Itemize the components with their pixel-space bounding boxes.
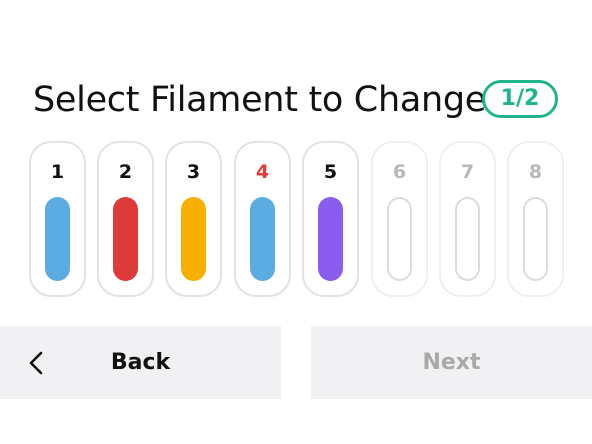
empty-slot-outline (455, 197, 480, 281)
back-button-label: Back (110, 350, 171, 375)
back-button[interactable]: Back (0, 326, 281, 399)
filament-slot-4[interactable]: 4 (234, 141, 291, 297)
page-indicator-badge: 1/2 (482, 80, 558, 118)
empty-slot-outline (387, 197, 412, 281)
header: Select Filament to Change 1/2 (33, 76, 568, 124)
slot-number: 2 (118, 161, 133, 183)
slot-number: 7 (460, 161, 475, 183)
filament-color-swatch (45, 197, 70, 281)
slot-number: 4 (255, 161, 270, 183)
slot-number: 3 (186, 161, 201, 183)
filament-color-swatch (318, 197, 343, 281)
filament-select-screen: Select Filament to Change 1/2 1 2 3 4 5 … (0, 0, 592, 444)
filament-slot-1[interactable]: 1 (29, 141, 86, 297)
filament-slot-5[interactable]: 5 (302, 141, 359, 297)
filament-color-swatch (250, 197, 275, 281)
next-button-label: Next (422, 350, 481, 375)
next-button[interactable]: Next (311, 326, 592, 399)
slot-number: 8 (528, 161, 543, 183)
filament-slot-8: 8 (507, 141, 564, 297)
slot-number: 1 (50, 161, 65, 183)
slot-number: 5 (323, 161, 338, 183)
filament-color-swatch (113, 197, 138, 281)
filament-color-swatch (181, 197, 206, 281)
slot-number: 6 (392, 161, 407, 183)
page-title: Select Filament to Change (33, 80, 487, 120)
filament-slot-list: 1 2 3 4 5 6 7 8 (29, 141, 592, 297)
filament-slot-3[interactable]: 3 (165, 141, 222, 297)
filament-slot-6: 6 (371, 141, 428, 297)
empty-slot-outline (523, 197, 548, 281)
filament-slot-2[interactable]: 2 (97, 141, 154, 297)
filament-slot-7: 7 (439, 141, 496, 297)
